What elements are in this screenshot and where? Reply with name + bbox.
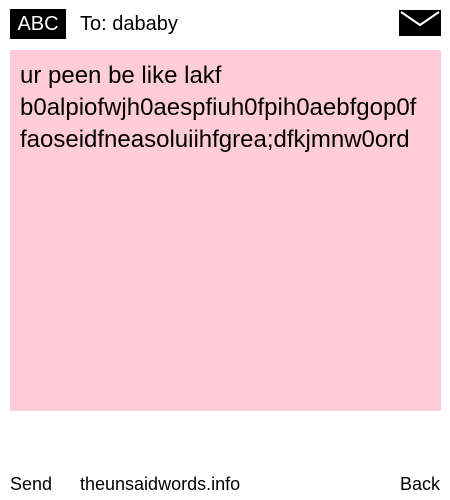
back-button[interactable]: Back: [400, 472, 440, 496]
message-text: ur peen be like lakf b0alpiofwjh0aespfiuh…: [20, 60, 440, 156]
input-mode-badge[interactable]: ABC: [10, 9, 66, 39]
message-line: ur peen be like lakf: [20, 62, 222, 89]
message-line: faoseidfneasoluiihfgrea;dfkjmnw0ord: [20, 126, 410, 153]
message-body-field[interactable]: ur peen be like lakf b0alpiofwjh0aespfiuh…: [10, 50, 441, 411]
message-line: b0alpiofwjh0aespfiuh0fpih0aebfgop0f: [20, 94, 417, 121]
envelope-icon: [399, 10, 441, 36]
header-bar: ABC To: dababy: [0, 0, 450, 48]
send-button[interactable]: Send: [10, 472, 52, 496]
recipient-line: To: dababy: [80, 13, 178, 35]
site-link[interactable]: theunsaidwords.info: [80, 472, 240, 496]
